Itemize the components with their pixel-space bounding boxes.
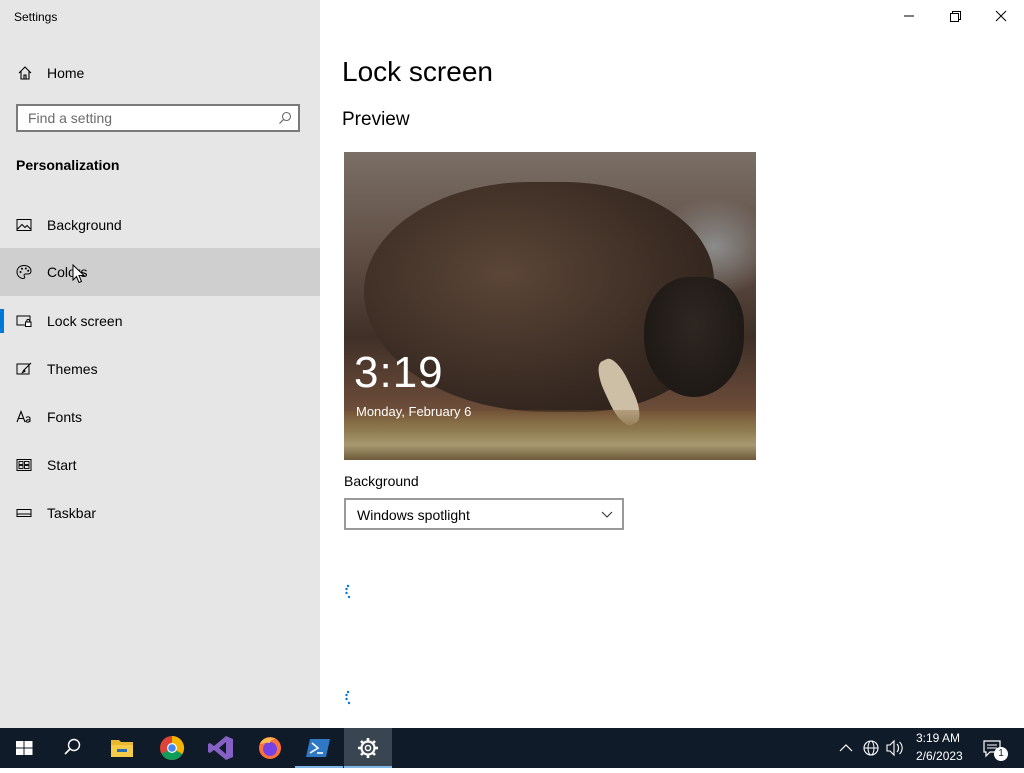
background-dropdown-value: Windows spotlight [357, 507, 470, 523]
taskbar-powershell[interactable] [295, 728, 343, 768]
visual-studio-icon [208, 736, 233, 760]
font-icon [16, 409, 31, 423]
sidebar-item-start[interactable]: Start [0, 441, 320, 489]
home-label: Home [47, 65, 85, 81]
search-icon[interactable] [278, 111, 292, 125]
home-nav-item[interactable]: Home [0, 56, 320, 90]
search-input[interactable] [18, 106, 268, 130]
powershell-icon [306, 739, 330, 757]
taskbar-settings[interactable] [344, 728, 392, 768]
sidebar-item-label: Start [47, 457, 77, 473]
taskbar-file-explorer[interactable] [98, 728, 146, 768]
loading-spinner-icon [345, 584, 351, 599]
chrome-icon [160, 736, 185, 761]
chevron-up-icon[interactable] [836, 728, 856, 768]
clock-date[interactable]: 2/6/2023 [916, 749, 976, 763]
preview-time: 3:19 [354, 348, 444, 397]
window-title: Settings [14, 10, 58, 24]
close-button[interactable] [978, 0, 1024, 32]
taskbar-chrome[interactable] [148, 728, 196, 768]
home-icon [18, 66, 32, 80]
volume-icon[interactable] [884, 728, 906, 768]
taskbar: 3:19 AM 2/6/2023 1 [0, 728, 1024, 768]
preview-image-detail [644, 277, 744, 397]
start-icon [16, 459, 32, 471]
preview-heading: Preview [342, 109, 410, 130]
windows-logo-icon [16, 741, 33, 755]
sidebar-item-themes[interactable]: Themes [0, 345, 320, 393]
selection-indicator [0, 309, 4, 333]
background-label: Background [344, 473, 419, 489]
search-icon [64, 738, 81, 755]
restore-button[interactable] [932, 0, 978, 32]
picture-icon [16, 219, 32, 231]
clock-time[interactable]: 3:19 AM [916, 731, 976, 745]
taskbar-visual-studio[interactable] [197, 728, 245, 768]
chevron-down-icon [601, 511, 613, 518]
firefox-icon [259, 737, 281, 759]
close-icon [995, 10, 1007, 22]
sidebar-item-label: Themes [47, 361, 98, 377]
restore-icon [950, 11, 961, 22]
folder-icon [111, 740, 133, 757]
lock-screen-preview: 3:19 Monday, February 6 [344, 152, 756, 460]
sidebar-item-label: Fonts [47, 409, 83, 425]
gear-icon [358, 738, 378, 758]
notification-count-badge: 1 [994, 747, 1008, 761]
sidebar-item-colors[interactable]: Colors [0, 248, 320, 296]
taskbar-firefox[interactable] [246, 728, 294, 768]
lock-screen-icon [16, 315, 32, 327]
background-dropdown[interactable]: Windows spotlight [344, 498, 624, 530]
preview-date: Monday, February 6 [356, 404, 472, 419]
sidebar: Settings Home Personalization Background… [0, 0, 320, 728]
taskbar-icon [16, 509, 32, 517]
page-title: Lock screen [342, 56, 493, 87]
sidebar-item-background[interactable]: Background [0, 201, 320, 249]
mouse-cursor-icon [72, 264, 86, 284]
sidebar-item-taskbar[interactable]: Taskbar [0, 489, 320, 537]
sidebar-item-fonts[interactable]: Fonts [0, 393, 320, 441]
start-button[interactable] [0, 728, 48, 768]
palette-icon [16, 264, 32, 280]
minimize-button[interactable] [886, 0, 932, 32]
brush-icon [16, 362, 32, 375]
loading-spinner-icon [345, 690, 351, 705]
sidebar-item-lock-screen[interactable]: Lock screen [0, 297, 320, 345]
main-content: Lock screen Preview 3:19 Monday, Februar… [320, 0, 1024, 728]
network-icon[interactable] [860, 728, 882, 768]
sidebar-item-label: Lock screen [47, 313, 123, 329]
search-box[interactable] [16, 104, 300, 132]
sidebar-item-label: Background [47, 217, 122, 233]
section-title: Personalization [16, 157, 120, 173]
taskbar-search-button[interactable] [48, 728, 96, 768]
minimize-icon [904, 15, 914, 17]
sidebar-item-label: Taskbar [47, 505, 97, 521]
